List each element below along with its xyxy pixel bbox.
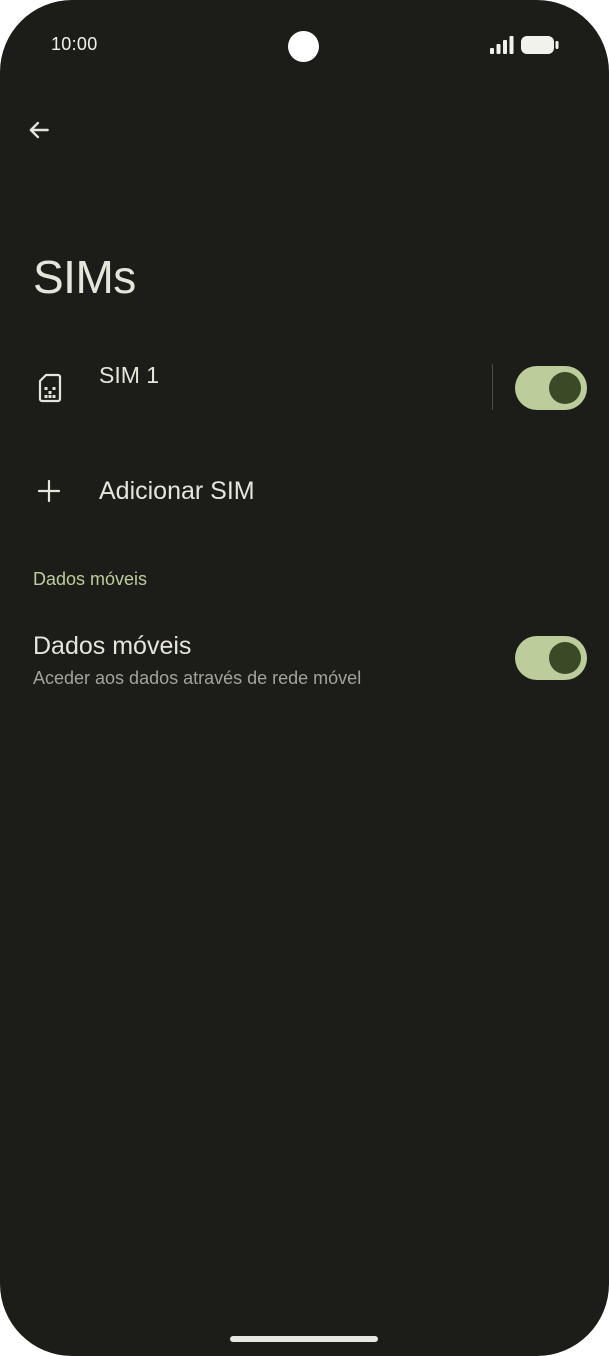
cellular-signal-icon xyxy=(490,36,514,54)
arrow-back-icon xyxy=(29,121,49,139)
toggle-knob xyxy=(549,372,581,404)
battery-full-icon xyxy=(521,36,559,54)
mobile-data-toggle[interactable] xyxy=(515,636,587,680)
status-time: 10:00 xyxy=(51,34,98,54)
add-sim-button[interactable]: Adicionar SIM xyxy=(0,455,609,527)
mobile-data-subtitle: Aceder aos dados através de rede móvel xyxy=(33,668,362,688)
toggle-knob xyxy=(549,642,581,674)
section-header-mobile-data: Dados móveis xyxy=(33,569,148,589)
front-camera-cutout xyxy=(288,31,319,62)
sim-card-icon xyxy=(38,373,62,403)
sim-1-toggle[interactable] xyxy=(515,366,587,410)
row-divider xyxy=(492,364,493,410)
back-button[interactable] xyxy=(19,110,59,150)
plus-icon xyxy=(38,480,60,502)
sim-label: SIM 1 xyxy=(99,362,160,388)
mobile-data-item[interactable]: Dados móveis Aceder aos dados através de… xyxy=(0,618,609,702)
home-indicator[interactable] xyxy=(230,1336,378,1342)
sim-list-item[interactable]: SIM 1 xyxy=(0,340,609,440)
phone-screen: 10:00 SIMs SIM 1 Adicionar SIM Dados móv… xyxy=(0,0,609,1356)
page-title: SIMs xyxy=(33,251,136,303)
mobile-data-title: Dados móveis xyxy=(33,632,192,660)
add-sim-label: Adicionar SIM xyxy=(99,477,255,505)
status-bar: 10:00 xyxy=(0,0,609,92)
